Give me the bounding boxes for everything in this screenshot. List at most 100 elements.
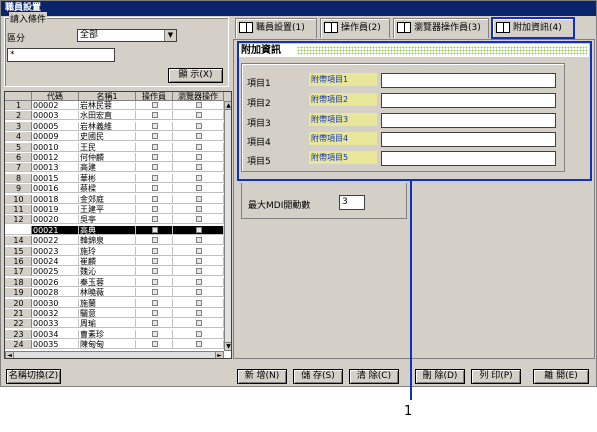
- grid-header-code[interactable]: 代碼: [32, 92, 79, 101]
- browser-operator-checkbox[interactable]: [173, 215, 224, 225]
- browser-operator-checkbox[interactable]: [173, 340, 224, 350]
- scroll-up-icon[interactable]: ▲: [224, 101, 231, 110]
- operator-checkbox[interactable]: [136, 246, 173, 256]
- operator-checkbox[interactable]: [136, 111, 173, 121]
- scroll-down-icon[interactable]: ▼: [224, 342, 231, 351]
- table-row[interactable]: 21 00032 驪意: [5, 309, 231, 318]
- grid-header-operator[interactable]: 操作員: [136, 92, 173, 101]
- print-button[interactable]: 列 印(P): [471, 369, 521, 384]
- browser-operator-checkbox[interactable]: [173, 309, 224, 318]
- table-row[interactable]: 3 00005 岩林義維: [5, 121, 231, 131]
- scroll-right-icon[interactable]: ►: [215, 351, 224, 358]
- operator-checkbox[interactable]: [136, 163, 173, 173]
- operator-checkbox[interactable]: [136, 184, 173, 194]
- browser-operator-checkbox[interactable]: [173, 257, 224, 266]
- tab-operator[interactable]: 操作員(2): [320, 18, 390, 38]
- operator-checkbox[interactable]: [136, 288, 173, 298]
- operator-checkbox[interactable]: [136, 277, 173, 287]
- operator-checkbox[interactable]: [136, 215, 173, 225]
- browser-operator-checkbox[interactable]: [173, 267, 224, 277]
- browser-operator-checkbox[interactable]: [173, 329, 224, 339]
- table-row[interactable]: 20 00030 施蘭: [5, 298, 231, 308]
- browser-operator-checkbox[interactable]: [173, 142, 224, 152]
- operator-checkbox[interactable]: [136, 236, 173, 246]
- table-row[interactable]: 16 00024 崔麟: [5, 257, 231, 266]
- item-input-4[interactable]: [381, 132, 556, 147]
- table-row[interactable]: 6 00012 何仲麟: [5, 153, 231, 162]
- tab-additional-info[interactable]: 附加資訊(4): [491, 17, 575, 39]
- browser-operator-checkbox[interactable]: [173, 298, 224, 308]
- show-button[interactable]: 顯 示(X): [168, 68, 223, 83]
- close-button[interactable]: 離 開(E): [533, 369, 589, 384]
- save-button[interactable]: 儲 存(S): [293, 369, 343, 384]
- operator-checkbox[interactable]: [136, 142, 173, 152]
- operator-checkbox[interactable]: [136, 267, 173, 277]
- browser-operator-checkbox[interactable]: [173, 288, 224, 298]
- browser-operator-checkbox[interactable]: [173, 194, 224, 204]
- horizontal-scrollbar[interactable]: ◄ ►: [5, 351, 224, 358]
- operator-checkbox[interactable]: [136, 298, 173, 308]
- mdi-input[interactable]: 3: [339, 195, 365, 210]
- delete-button[interactable]: 刪 除(D): [415, 369, 465, 384]
- table-row[interactable]: 12 00020 吳亭: [5, 215, 231, 225]
- item-input-3[interactable]: [381, 113, 556, 128]
- item-input-2[interactable]: [381, 93, 556, 108]
- operator-checkbox[interactable]: [136, 132, 173, 142]
- table-row[interactable]: 24 00035 陳甸甸: [5, 340, 231, 350]
- browser-operator-checkbox[interactable]: [173, 121, 224, 131]
- tab-staff-settings[interactable]: 職員設置(1): [235, 18, 317, 38]
- new-button[interactable]: 新 增(N): [237, 369, 287, 384]
- browser-operator-checkbox[interactable]: [173, 111, 224, 121]
- table-row[interactable]: 14 00022 韓錦泉: [5, 236, 231, 246]
- table-row[interactable]: 2 00003 水田宏直: [5, 111, 231, 121]
- item-input-1[interactable]: [381, 73, 556, 88]
- tab-browser-operator[interactable]: 瀏覽器操作員(3): [393, 18, 489, 38]
- operator-checkbox[interactable]: [136, 121, 173, 131]
- operator-checkbox[interactable]: [136, 153, 173, 162]
- table-row[interactable]: 15 00023 施玲: [5, 246, 231, 256]
- operator-checkbox[interactable]: [136, 205, 173, 214]
- item-input-5[interactable]: [381, 151, 556, 166]
- browser-operator-checkbox[interactable]: [173, 184, 224, 194]
- clear-button[interactable]: 清 除(C): [349, 369, 399, 384]
- table-row[interactable]: 23 00034 曹素珍: [5, 329, 231, 339]
- chevron-down-icon[interactable]: ▼: [164, 30, 176, 41]
- table-row[interactable]: 8 00015 華彬: [5, 173, 231, 183]
- table-row[interactable]: 1 00002 岩林民蓉: [5, 101, 231, 110]
- browser-operator-checkbox[interactable]: [173, 132, 224, 142]
- search-input[interactable]: *: [7, 48, 115, 62]
- table-row[interactable]: 5 00010 王民: [5, 142, 231, 152]
- table-row[interactable]: 10 00018 金郊庭: [5, 194, 231, 204]
- browser-operator-checkbox[interactable]: [173, 319, 224, 329]
- browser-operator-checkbox[interactable]: [173, 205, 224, 214]
- operator-checkbox[interactable]: [136, 225, 173, 235]
- table-row[interactable]: 9 00016 蔡樑: [5, 184, 231, 194]
- operator-checkbox[interactable]: [136, 329, 173, 339]
- scroll-left-icon[interactable]: ◄: [5, 351, 14, 358]
- browser-operator-checkbox[interactable]: [173, 163, 224, 173]
- operator-checkbox[interactable]: [136, 340, 173, 350]
- name-switch-button[interactable]: 名稱切換(Z): [6, 369, 61, 384]
- operator-checkbox[interactable]: [136, 194, 173, 204]
- operator-checkbox[interactable]: [136, 309, 173, 318]
- grid-header-browser-operator[interactable]: 瀏覽器操作: [173, 92, 224, 101]
- table-row[interactable]: 22 00033 周瑜: [5, 319, 231, 329]
- browser-operator-checkbox[interactable]: [173, 173, 224, 183]
- browser-operator-checkbox[interactable]: [173, 236, 224, 246]
- vertical-scrollbar[interactable]: ▲ ▼: [224, 101, 231, 351]
- table-row[interactable]: 00021 高典: [5, 225, 231, 235]
- operator-checkbox[interactable]: [136, 319, 173, 329]
- browser-operator-checkbox[interactable]: [173, 225, 224, 235]
- browser-operator-checkbox[interactable]: [173, 153, 224, 162]
- table-row[interactable]: 19 00028 林曉薇: [5, 288, 231, 298]
- table-row[interactable]: 18 00026 秦玉蓉: [5, 277, 231, 287]
- grid-header-name[interactable]: 名稱1: [79, 92, 136, 101]
- browser-operator-checkbox[interactable]: [173, 246, 224, 256]
- operator-checkbox[interactable]: [136, 101, 173, 110]
- table-row[interactable]: 7 00013 高建: [5, 163, 231, 173]
- browser-operator-checkbox[interactable]: [173, 101, 224, 110]
- table-row[interactable]: 17 00025 魏沁: [5, 267, 231, 277]
- table-row[interactable]: 4 00009 史國民: [5, 132, 231, 142]
- operator-checkbox[interactable]: [136, 257, 173, 266]
- browser-operator-checkbox[interactable]: [173, 277, 224, 287]
